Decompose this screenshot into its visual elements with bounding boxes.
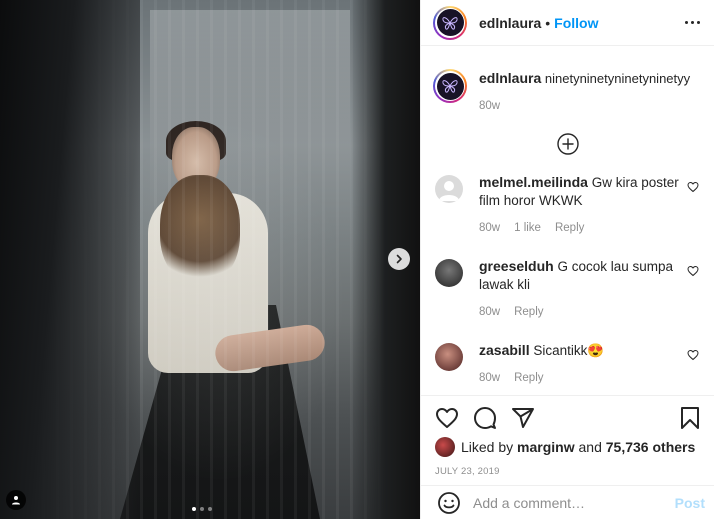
commenter-avatar[interactable] xyxy=(435,343,463,371)
carousel-dots xyxy=(192,507,212,511)
caption-time[interactable]: 80w xyxy=(479,97,500,115)
comment-likes[interactable]: 1 like xyxy=(514,219,541,237)
add-comment-bar: Post xyxy=(421,485,714,519)
butterfly-logo-icon xyxy=(436,9,464,36)
liker-username[interactable]: marginw xyxy=(517,439,575,455)
and-label: and xyxy=(578,439,602,455)
share-paper-plane-icon[interactable] xyxy=(511,406,535,430)
like-heart-icon[interactable] xyxy=(435,406,459,430)
liked-by-prefix: Liked by xyxy=(461,439,514,455)
caption-username[interactable]: edlnlaura xyxy=(479,70,541,86)
comment-time[interactable]: 80w xyxy=(479,303,500,321)
comment-time[interactable]: 80w xyxy=(479,369,500,385)
emoji-smiley-icon[interactable] xyxy=(437,491,461,515)
carousel-dot xyxy=(200,507,204,511)
comment-username[interactable]: melmel.meilinda xyxy=(479,174,588,190)
post-photo[interactable] xyxy=(0,0,420,519)
photo-curtain-left xyxy=(0,0,140,519)
post-date[interactable]: JULY 23, 2019 xyxy=(435,466,701,477)
post-caption: edlnlaura ninetyninetyninetyninetyy 80w xyxy=(421,55,714,115)
butterfly-logo-icon xyxy=(436,72,464,100)
comment-text: Sicantikk😍 xyxy=(533,343,605,358)
author-avatar[interactable] xyxy=(433,5,467,40)
reply-button[interactable]: Reply xyxy=(555,219,584,237)
heart-icon[interactable] xyxy=(687,181,699,193)
post-side-panel: edlnlaura • Follow edlnlaura ninetyninet… xyxy=(420,0,714,519)
plus-circle-icon xyxy=(557,133,579,155)
follow-button[interactable]: Follow xyxy=(554,15,598,31)
commenter-avatar[interactable] xyxy=(435,259,463,287)
liker-avatar[interactable] xyxy=(435,437,455,457)
chevron-right-icon xyxy=(396,254,402,264)
comment-item: zasabill Sicantikk😍 80w Reply xyxy=(421,341,714,385)
caption-text: ninetyninetyninetyninetyy xyxy=(544,71,691,86)
post-actions: Liked by marginw and 75,736 others JULY … xyxy=(421,395,714,477)
comment-item: melmel.meilinda Gw kira poster film horo… xyxy=(421,173,714,237)
comment-item: greeselduh G cocok lau sumpa lawak kli 8… xyxy=(421,257,714,321)
person-icon xyxy=(12,496,20,505)
post-comment-button[interactable]: Post xyxy=(675,495,705,511)
author-username[interactable]: edlnlaura xyxy=(479,15,541,31)
reply-button[interactable]: Reply xyxy=(514,369,543,385)
post-header: edlnlaura • Follow xyxy=(421,0,714,46)
likes-count-link[interactable]: 75,736 others xyxy=(606,439,696,455)
comment-username[interactable]: zasabill xyxy=(479,342,530,358)
likes-summary: Liked by marginw and 75,736 others xyxy=(435,436,701,458)
load-more-comments[interactable] xyxy=(421,133,714,155)
commenter-avatar[interactable] xyxy=(435,175,463,203)
comment-username[interactable]: greeselduh xyxy=(479,258,554,274)
carousel-dot xyxy=(208,507,212,511)
heart-icon[interactable] xyxy=(687,265,699,277)
comment-bubble-icon[interactable] xyxy=(473,406,497,430)
comment-time[interactable]: 80w xyxy=(479,219,500,237)
tagged-user-button[interactable] xyxy=(6,490,26,510)
separator-dot: • xyxy=(545,14,551,31)
default-avatar-icon xyxy=(439,181,459,201)
reply-button[interactable]: Reply xyxy=(514,303,543,321)
next-photo-button[interactable] xyxy=(388,248,410,270)
bookmark-icon[interactable] xyxy=(679,406,701,430)
comment-input[interactable] xyxy=(473,494,675,511)
carousel-dot-active xyxy=(192,507,196,511)
comments-list[interactable]: edlnlaura ninetyninetyninetyninetyy 80w xyxy=(421,55,714,385)
caption-avatar[interactable] xyxy=(433,69,467,103)
heart-icon[interactable] xyxy=(687,349,699,361)
more-options-icon[interactable] xyxy=(685,21,700,24)
